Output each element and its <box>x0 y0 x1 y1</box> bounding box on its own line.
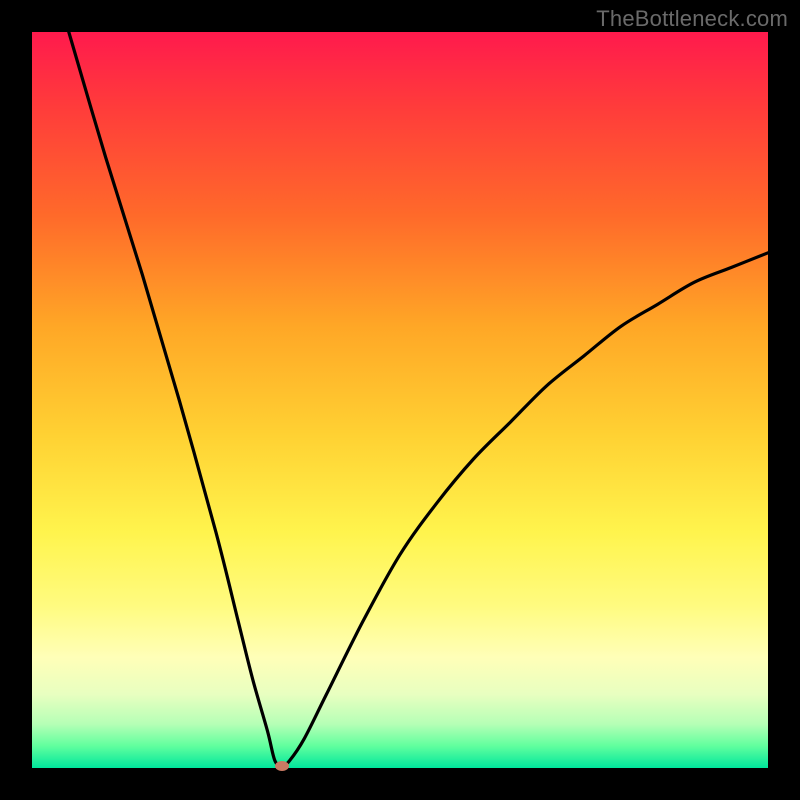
minimum-marker <box>275 761 289 771</box>
attribution-text: TheBottleneck.com <box>596 6 788 32</box>
plot-area <box>32 32 768 768</box>
chart-frame: TheBottleneck.com <box>0 0 800 800</box>
bottleneck-curve <box>32 32 768 768</box>
